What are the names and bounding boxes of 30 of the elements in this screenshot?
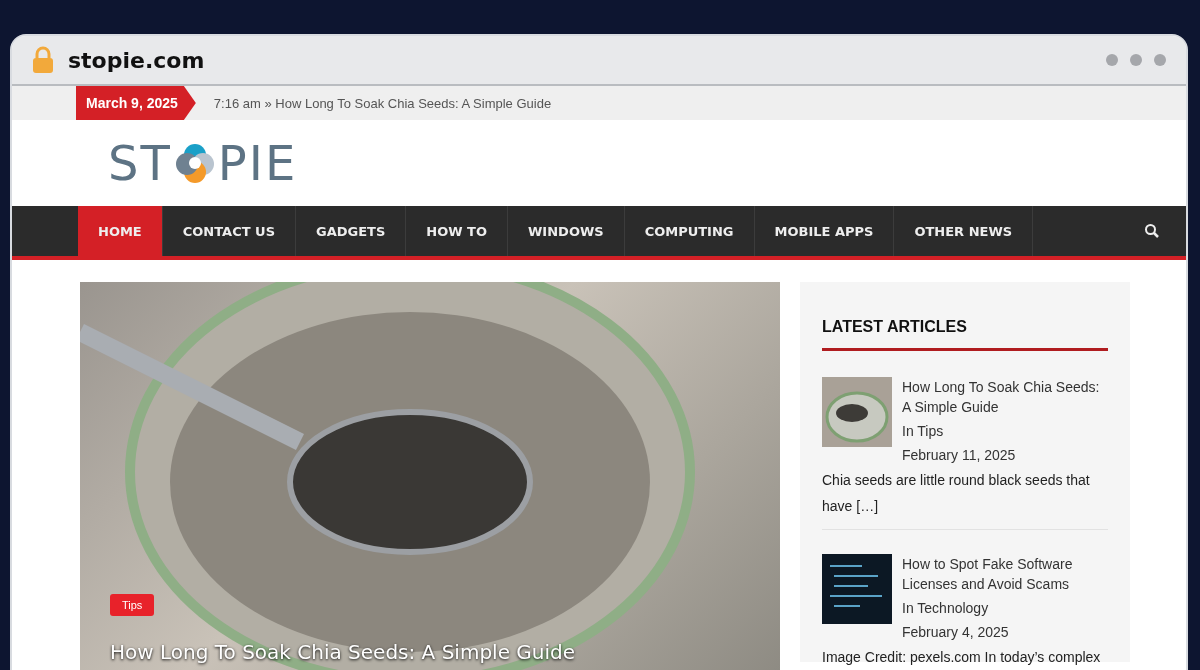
window-control-dot[interactable] — [1106, 54, 1118, 66]
search-icon[interactable] — [1144, 223, 1160, 239]
article-excerpt: Chia seeds are little round black seeds that have […] — [822, 471, 1091, 516]
site-logo[interactable]: ST PIE — [108, 135, 298, 191]
article-category[interactable]: In Technology — [902, 598, 1108, 618]
ticker-headline[interactable]: 7:16 am » How Long To Soak Chia Seeds: A Simple Guide — [213, 95, 552, 111]
date-label: March 9, 2025 — [76, 86, 196, 120]
padlock-icon — [32, 46, 54, 74]
url-text[interactable]: stopie.com — [68, 47, 1092, 73]
article-title[interactable]: How Long To Soak Chia Seeds: A Simple Guide — [902, 377, 1108, 417]
nav-item[interactable]: MOBILE APPS — [754, 206, 895, 256]
featured-photo[interactable]: Tips How Long To Soak Chia Seeds: A Simple Guide — [80, 282, 780, 670]
article-title[interactable]: How to Spot Fake Software Licenses and Avoid Scams — [902, 554, 1108, 594]
window-control-dot[interactable] — [1130, 54, 1142, 66]
sidebar-title: LATEST ARTICLES — [822, 318, 1108, 351]
chia-jar-thumbnail[interactable] — [822, 377, 892, 447]
nav-item[interactable]: OTHER NEWS — [894, 206, 1034, 256]
category-tag[interactable]: Tips — [110, 594, 155, 616]
nav-item[interactable]: CONTACT US — [162, 206, 296, 256]
nav-item[interactable]: GADGETS — [296, 206, 407, 256]
article-date: February 4, 2025 — [902, 623, 1010, 642]
code-screen-thumbnail[interactable] — [822, 554, 892, 624]
nav-item[interactable]: HOW TO — [406, 206, 509, 256]
nav-item[interactable]: HOME — [78, 206, 163, 256]
window-control-dot[interactable] — [1154, 54, 1166, 66]
nav-item[interactable]: COMPUTING — [624, 206, 755, 256]
article-excerpt: Image Credit: pexels.com In today’s complex — [822, 648, 1102, 667]
article-category[interactable]: In Tips — [902, 421, 1108, 441]
article-date: February 11, 2025 — [902, 446, 1017, 465]
nav-item[interactable]: WINDOWS — [508, 206, 625, 256]
